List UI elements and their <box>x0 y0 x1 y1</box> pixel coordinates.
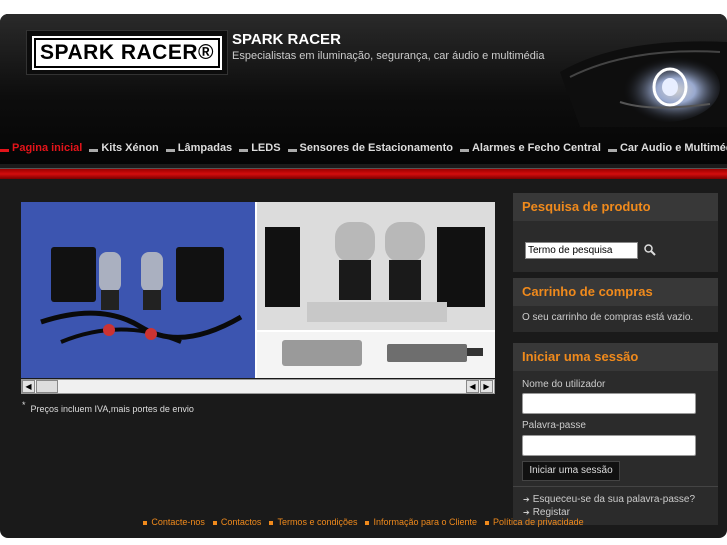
username-label: Nome do utilizador <box>522 379 606 390</box>
footer-link-contact-us[interactable]: Contacte-nos <box>143 517 205 531</box>
nav-bullet-icon <box>89 149 99 152</box>
site-tagline: Especialistas em iluminação, segurança, … <box>232 50 545 62</box>
logo-text: SPARK RACER® <box>32 35 222 70</box>
login-panel: Iniciar uma sessão Nome do utilizador Pa… <box>513 343 718 525</box>
nav-item-label: Car Audio e Multimédia <box>619 142 727 154</box>
product-slideshow[interactable] <box>21 202 495 378</box>
nav-item-label: Lâmpadas <box>177 142 233 154</box>
cart-empty-text: O seu carrinho de compras está vazio. <box>522 312 694 323</box>
login-panel-title: Iniciar uma sessão <box>513 343 718 371</box>
password-label: Palavra-passe <box>522 420 586 431</box>
bullet-icon <box>143 520 148 525</box>
footer-link-customer-info[interactable]: Informação para o Cliente <box>365 517 477 531</box>
asterisk: * <box>22 400 26 410</box>
footer-link-privacy[interactable]: Política de privacidade <box>485 517 584 531</box>
nav-bullet-icon <box>459 149 469 152</box>
price-note-text: Preços incluem IVA,mais portes de envio <box>30 404 194 414</box>
footer-link-label: Informação para o Cliente <box>373 517 478 527</box>
nav-bullet-icon <box>607 149 617 152</box>
password-field[interactable] <box>522 435 696 456</box>
nav-bullet-icon <box>239 149 249 152</box>
nav-bullet-icon <box>0 149 9 152</box>
login-button[interactable]: Iniciar uma sessão <box>522 461 620 481</box>
bullet-icon <box>269 520 274 525</box>
nav-item-label: Sensores de Estacionamento <box>299 142 453 154</box>
forgot-password-link[interactable]: ➔ Esqueceu-se da sua palavra-passe? <box>523 494 695 505</box>
nav-item-leds[interactable]: LEDS <box>239 142 281 154</box>
footer-link-terms[interactable]: Termos e condições <box>269 517 357 531</box>
forgot-password-label: Esqueceu-se da sua palavra-passe? <box>532 494 696 505</box>
search-input[interactable] <box>525 242 638 259</box>
bullet-icon <box>365 520 370 525</box>
arrow-right-icon: ➔ <box>523 508 530 517</box>
nav-item-xenon-kits[interactable]: Kits Xénon <box>89 142 159 154</box>
site-footer: Contacte-nos Contactos Termos e condiçõe… <box>0 517 727 531</box>
nav-item-lamps[interactable]: Lâmpadas <box>165 142 233 154</box>
footer-link-label: Termos e condições <box>277 517 358 527</box>
bullet-icon <box>212 520 217 525</box>
scroll-left-icon[interactable]: ◀ <box>22 380 35 393</box>
xenon-box-photo <box>257 202 495 330</box>
scroll-thumb[interactable] <box>36 380 58 393</box>
nav-item-label: Alarmes e Fecho Central <box>471 142 601 154</box>
slideshow-scrollbar[interactable]: ◀ ◀ ▶ <box>21 379 495 394</box>
site-header: SPARK RACER® SPARK RACER Especialistas e… <box>0 14 727 164</box>
nav-item-parking-sensors[interactable]: Sensores de Estacionamento <box>287 142 453 154</box>
footer-link-label: Contactos <box>220 517 262 527</box>
login-divider <box>513 486 718 487</box>
main-nav: Pagina inicial Kits Xénon Lâmpadas LEDS … <box>0 139 727 157</box>
footer-link-contacts[interactable]: Contactos <box>212 517 262 531</box>
nav-item-label: Kits Xénon <box>101 142 159 154</box>
arrow-right-icon: ➔ <box>523 495 530 504</box>
username-field[interactable] <box>522 393 696 414</box>
red-divider-bar <box>0 168 727 179</box>
cart-panel: Carrinho de compras O seu carrinho de co… <box>513 278 718 332</box>
site-title: SPARK RACER <box>232 31 341 48</box>
search-panel-title: Pesquisa de produto <box>513 193 718 221</box>
nav-item-label: Pagina inicial <box>12 142 83 154</box>
nav-item-car-audio[interactable]: Car Audio e Multimédia <box>607 142 727 154</box>
site-logo[interactable]: SPARK RACER® <box>26 30 228 75</box>
footer-link-label: Política de privacidade <box>493 517 584 527</box>
nav-item-label: LEDS <box>251 142 281 154</box>
bullet-icon <box>485 520 490 525</box>
page-frame: SPARK RACER® SPARK RACER Especialistas e… <box>0 14 727 538</box>
nav-item-alarms[interactable]: Alarmes e Fecho Central <box>459 142 601 154</box>
scroll-right-icon[interactable]: ▶ <box>480 380 493 393</box>
ballast-photo <box>257 332 495 378</box>
xenon-kit-photo <box>21 202 255 378</box>
nav-bullet-icon <box>287 149 297 152</box>
nav-bullet-icon <box>165 149 175 152</box>
scroll-left-arrow-icon[interactable]: ◀ <box>466 380 479 393</box>
search-panel: Pesquisa de produto <box>513 193 718 272</box>
headlight-image <box>560 41 727 127</box>
cart-panel-title: Carrinho de compras <box>513 278 718 306</box>
search-icon[interactable] <box>643 243 657 257</box>
footer-link-label: Contacte-nos <box>151 517 205 527</box>
nav-item-home[interactable]: Pagina inicial <box>0 142 82 154</box>
price-note: * Preços incluem IVA,mais portes de envio <box>22 400 194 414</box>
